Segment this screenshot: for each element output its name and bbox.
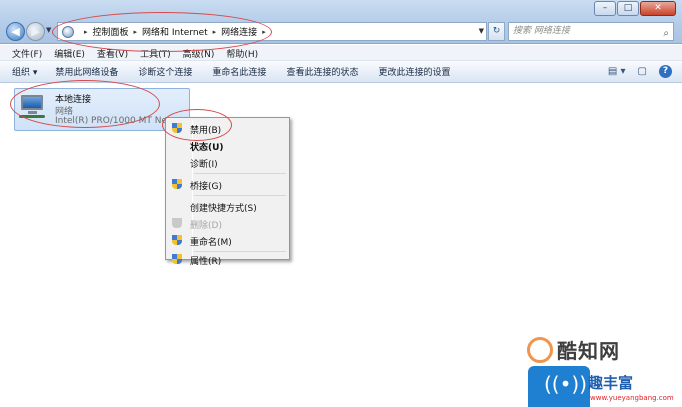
uac-shield-icon (172, 235, 183, 247)
menu-item-properties[interactable]: 属性(R) (168, 251, 287, 269)
search-placeholder: 搜索 网络连接 (513, 26, 570, 36)
watermark-text-2: 趣丰富 (588, 374, 634, 392)
preview-pane-icon[interactable]: ▢ (638, 66, 647, 77)
back-button[interactable]: ◀ (6, 22, 25, 41)
minimize-button[interactable]: – (594, 1, 616, 16)
annotation-disable-ellipse (162, 109, 232, 141)
annotation-address-ellipse (52, 12, 272, 52)
annotation-connection-ellipse (10, 80, 160, 128)
uac-shield-icon (172, 218, 183, 230)
watermark-text: 酷知网 (557, 339, 620, 363)
refresh-button[interactable]: ↻ (488, 22, 505, 41)
maximize-button[interactable]: □ (617, 1, 639, 16)
address-dropdown-icon[interactable]: ▼ (479, 27, 484, 35)
menu-item-label: 重命名(M) (190, 237, 232, 248)
watermark-kuzhi: 酷知网 (527, 335, 620, 364)
watermark-logo-icon (527, 336, 553, 363)
forward-button[interactable]: ▶ (26, 22, 45, 41)
menu-item-label: 创建快捷方式(S) (190, 203, 257, 214)
organize-button[interactable]: 组织 ▾ (12, 65, 37, 78)
menu-item-label: 诊断(I) (190, 159, 218, 170)
menu-separator (194, 173, 286, 174)
menu-item-label: 属性(R) (190, 256, 222, 267)
wifi-icon: ((•)) (544, 372, 588, 396)
menu-edit[interactable]: 编辑(E) (48, 45, 91, 60)
view-status-button[interactable]: 查看此连接的状态 (286, 65, 358, 78)
menu-item-label: 删除(D) (190, 220, 222, 231)
watermark-site: ((•)) 趣丰富 www.yueyangbang.com (528, 366, 682, 407)
menu-separator (194, 195, 286, 196)
diagnose-connection-button[interactable]: 诊断这个连接 (138, 65, 192, 78)
uac-shield-icon (172, 254, 183, 266)
menu-file[interactable]: 文件(F) (6, 45, 48, 60)
menu-item-bridge[interactable]: 桥接(G) (168, 176, 287, 194)
help-icon[interactable]: ? (659, 65, 672, 78)
menu-item-delete: 删除(D) (168, 215, 287, 233)
menu-item-label: 状态(U) (190, 142, 224, 153)
search-icon[interactable]: ⌕ (663, 25, 669, 42)
menu-item-rename[interactable]: 重命名(M) (168, 232, 287, 250)
menu-item-create-shortcut[interactable]: 创建快捷方式(S) (168, 198, 287, 216)
watermark-url: www.yueyangbang.com (590, 394, 674, 402)
command-bar-right: ▤ ▾ ▢ ? (608, 65, 672, 78)
search-input[interactable]: 搜索 网络连接 ⌕ (508, 22, 674, 41)
window-controls: – □ ✕ (594, 1, 676, 16)
close-button[interactable]: ✕ (640, 1, 676, 16)
disable-device-button[interactable]: 禁用此网络设备 (55, 65, 118, 78)
menu-item-diagnose[interactable]: 诊断(I) (168, 154, 287, 172)
rename-connection-button[interactable]: 重命名此连接 (212, 65, 266, 78)
uac-shield-icon (172, 179, 183, 191)
change-settings-button[interactable]: 更改此连接的设置 (378, 65, 450, 78)
recent-pages-dropdown-icon[interactable]: ▼ (46, 26, 51, 34)
menu-item-label: 桥接(G) (190, 181, 222, 192)
view-options-icon[interactable]: ▤ ▾ (608, 66, 626, 77)
